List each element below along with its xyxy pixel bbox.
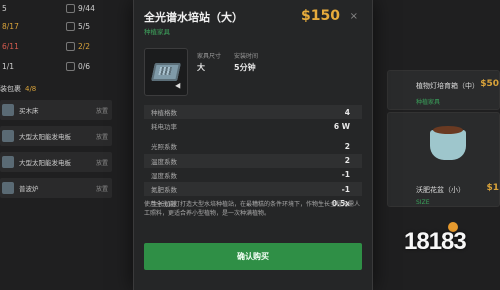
stat-2: 9/44 [66, 4, 95, 13]
list-item[interactable]: 普波炉 放置 [0, 178, 112, 198]
table-row: 氮肥系数 -1 [144, 181, 362, 197]
item-thumbnail [2, 182, 14, 194]
confirm-purchase-button[interactable]: 确认购买 [144, 243, 362, 270]
item-title: 全光谱水培站（大） [144, 11, 243, 24]
stat-1: 5 [2, 4, 7, 13]
watermark: 18183 [404, 228, 467, 255]
cursor-icon [175, 82, 183, 91]
shop-card-grow-box[interactable]: 植物灯培育箱（中） $50 种植家具 [387, 70, 500, 110]
package-list: 买木床 放置 大型太阳能发电板 放置 大型太阳能发电板 放置 普波炉 放置 [0, 100, 112, 204]
attribute-table: 种植格数 4 耗电功率 6 W 光照系数 2 温度系数 2 湿度系数 -1 氮肥系数 -1 … [144, 105, 362, 210]
stat-8: 0/6 [66, 62, 90, 71]
table-row: 耗电功率 6 W [151, 121, 350, 132]
meta-value-size: 大 [197, 63, 205, 72]
package-header: 装包裹 4/8 [0, 85, 37, 93]
list-item[interactable]: 大型太阳能发电板 放置 [0, 126, 112, 146]
stat-6: 2/2 [66, 42, 90, 51]
meta-label-size: 家具尺寸 [197, 53, 222, 60]
list-item[interactable]: 大型太阳能发电板 放置 [0, 152, 112, 172]
window-icon [66, 62, 75, 71]
list-item[interactable]: 买木床 放置 [0, 100, 112, 120]
meta-value-install-time: 5分钟 [234, 63, 256, 72]
item-thumbnail [2, 104, 14, 116]
stack-icon [66, 4, 75, 13]
meta-label-install-time: 安装时间 [234, 53, 259, 60]
item-detail-modal: 全光谱水培站（大） 种植家具 $150 × 家具尺寸 大 安装时间 5分钟 种植… [133, 0, 373, 290]
item-description: 使用全光谱灯打造大型水培种植站，在最糟糕的条件环境下，作物生长全程无需人工照料，… [144, 201, 361, 217]
item-category: 种植家具 [144, 28, 170, 36]
table-row: 湿度系数 -1 [151, 170, 350, 180]
table-row: 光照系数 2 [151, 141, 350, 152]
stat-7: 1/1 [2, 62, 15, 71]
bed-icon [66, 22, 75, 31]
seat-icon [66, 42, 75, 51]
item-image [144, 48, 188, 96]
close-icon[interactable]: × [350, 11, 358, 22]
stat-5: 6/11 [2, 42, 19, 51]
flower-pot-image [430, 126, 466, 160]
item-thumbnail [2, 130, 14, 142]
resource-stats: 5 9/44 8/17 5/5 6/11 2/2 1/1 0/6 [0, 0, 135, 78]
stat-4: 5/5 [66, 22, 90, 31]
item-price: $150 [301, 8, 340, 24]
table-row: 温度系数 2 [144, 153, 362, 168]
hydroponic-tank-icon [151, 63, 181, 81]
item-thumbnail [2, 156, 14, 168]
stat-3: 8/17 [2, 22, 19, 31]
table-row: 种植格数 4 [144, 105, 362, 120]
